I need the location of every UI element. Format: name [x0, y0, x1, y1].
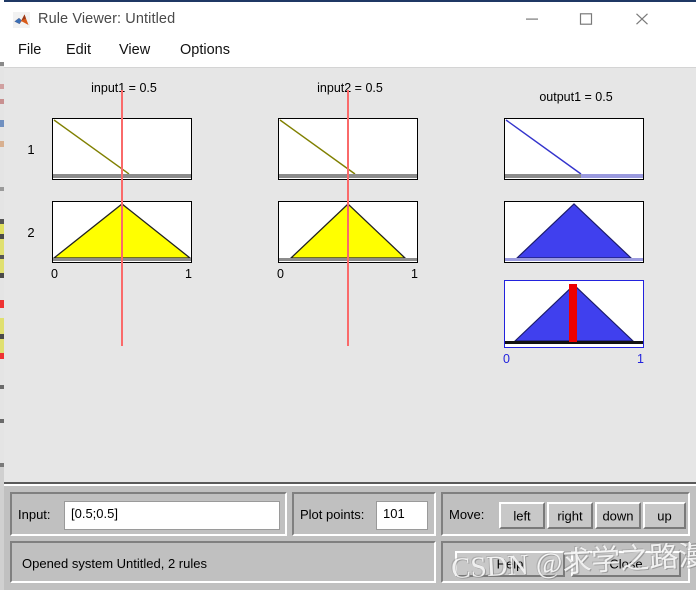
column-title-input1: input1 = 0.5	[91, 81, 157, 95]
menu-item-options[interactable]: Options	[180, 42, 230, 58]
input1-index-line[interactable]	[121, 90, 123, 346]
maximize-icon	[579, 13, 593, 25]
rule-number-2: 2	[27, 225, 35, 240]
status-text: Opened system Untitled, 2 rules	[22, 556, 207, 571]
menu-item-edit[interactable]: Edit	[66, 42, 91, 58]
menu-item-view[interactable]: View	[119, 42, 150, 58]
axis-label-input1-min: 0	[51, 267, 58, 281]
maximize-button[interactable]	[564, 2, 610, 36]
rule-viewer-window: Rule Viewer: Untitled File Edit View Opt…	[0, 0, 696, 590]
menu-item-file[interactable]: File	[18, 42, 41, 58]
window-title: Rule Viewer: Untitled	[38, 11, 176, 27]
input-field[interactable]: [0.5;0.5]	[64, 501, 280, 530]
action-buttons-frame: Help Close	[441, 541, 690, 583]
axis-label-output1-max: 1	[637, 352, 644, 366]
plot-points-frame: Plot points: 101	[292, 492, 436, 536]
aggregate-output-plot[interactable]	[504, 280, 644, 348]
axis-label-input2-min: 0	[277, 267, 284, 281]
move-frame: Move: left right down up	[441, 492, 690, 536]
help-button[interactable]: Help	[455, 551, 565, 577]
input-frame: Input: [0.5;0.5]	[10, 492, 287, 536]
move-label: Move:	[449, 507, 485, 522]
close-dialog-button[interactable]: Close	[571, 551, 681, 577]
control-panel: Input: [0.5;0.5] Plot points: 101 Move: …	[4, 486, 696, 590]
axis-label-input2-max: 1	[411, 267, 418, 281]
column-title-output1: output1 = 0.5	[539, 90, 613, 104]
rule-number-1: 1	[27, 142, 35, 157]
minimize-icon	[526, 18, 538, 20]
close-icon	[636, 13, 648, 25]
mf-plot-output1-rule2[interactable]	[504, 201, 644, 263]
status-frame: Opened system Untitled, 2 rules	[10, 541, 436, 583]
menu-bar: File Edit View Options	[4, 36, 696, 68]
axis-label-input1-max: 1	[185, 267, 192, 281]
plot-points-field[interactable]: 101	[376, 501, 428, 530]
move-right-button[interactable]: right	[547, 502, 593, 529]
input2-index-line[interactable]	[347, 90, 349, 346]
axis-label-output1-min: 0	[503, 352, 510, 366]
matlab-icon	[13, 12, 30, 28]
column-title-input2: input2 = 0.5	[317, 81, 383, 95]
mf-plot-output1-rule1[interactable]	[504, 118, 644, 180]
minimize-button[interactable]	[510, 2, 556, 36]
rule-plot-area: input1 = 0.5 input2 = 0.5 output1 = 0.5 …	[4, 68, 696, 484]
move-left-button[interactable]: left	[499, 502, 545, 529]
title-bar: Rule Viewer: Untitled	[4, 0, 696, 36]
move-up-button[interactable]: up	[643, 502, 686, 529]
input-label: Input:	[18, 507, 51, 522]
close-button[interactable]	[620, 2, 666, 36]
move-down-button[interactable]: down	[595, 502, 641, 529]
plot-points-label: Plot points:	[300, 507, 365, 522]
